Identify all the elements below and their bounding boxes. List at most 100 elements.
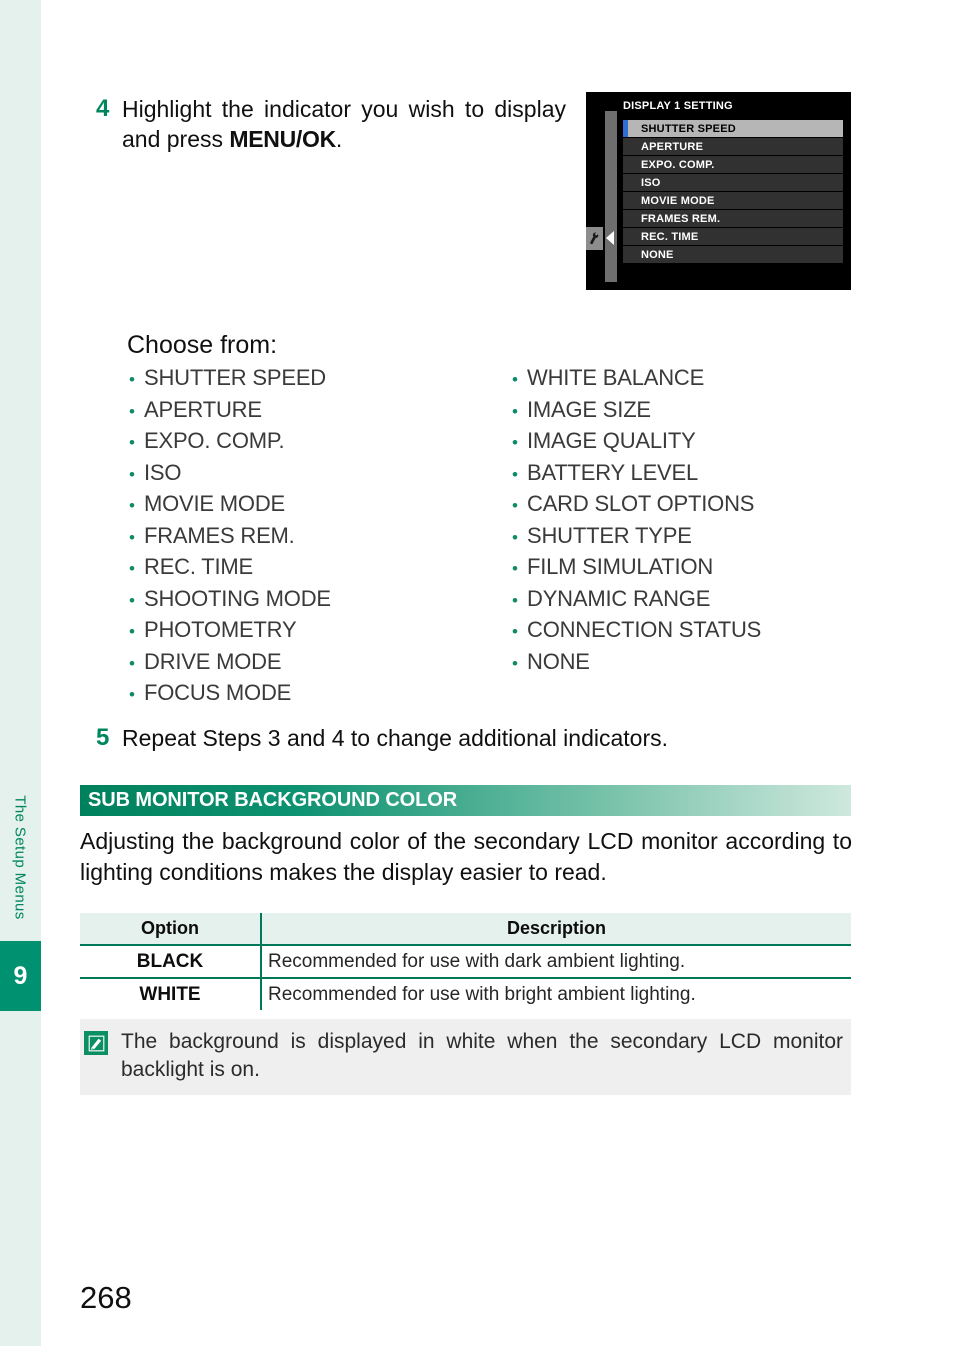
bullet-dot-icon: • <box>512 401 518 421</box>
wrench-icon <box>586 227 603 250</box>
table-cell-description: Recommended for use with dark ambient li… <box>260 945 851 979</box>
list-item: • APERTURE <box>129 397 489 429</box>
table-header-description: Description <box>260 913 851 946</box>
list-item-label: DRIVE MODE <box>144 648 282 674</box>
bullet-dot-icon: • <box>512 590 518 610</box>
list-item-label: CONNECTION STATUS <box>527 617 762 642</box>
page-number: 268 <box>80 1280 132 1315</box>
table-body: BLACK Recommended for use with dark ambie… <box>80 945 851 1010</box>
step-4-text-lead: Highlight the indicator you wish to disp… <box>122 96 566 153</box>
menu-ok-button-reference: MENU/OK <box>229 126 336 153</box>
bullet-dot-icon: • <box>512 622 518 641</box>
list-item-label: FOCUS MODE <box>144 680 292 705</box>
list-item: • ISO <box>129 460 489 492</box>
bullet-dot-icon: • <box>129 496 135 515</box>
table-head: Option Description <box>80 913 851 946</box>
list-item-label: FRAMES REM. <box>144 522 295 548</box>
table-cell-description: Recommended for use with bright ambient … <box>260 978 851 1010</box>
list-item: • CONNECTION STATUS <box>512 617 882 649</box>
menu-item[interactable]: MOVIE MODE <box>623 192 843 209</box>
menu-item[interactable]: EXPO. COMP. <box>623 156 843 173</box>
list-item-label: FILM SIMULATION <box>527 554 714 579</box>
list-item-label: IMAGE QUALITY <box>527 428 696 453</box>
bullet-dot-icon: • <box>129 653 135 673</box>
table-row: BLACK Recommended for use with dark ambie… <box>80 945 851 979</box>
bullet-dot-icon: • <box>129 559 135 578</box>
list-item-label: SHOOTING MODE <box>144 585 331 611</box>
bullet-dot-icon: • <box>512 527 518 547</box>
list-item-label: SHUTTER TYPE <box>527 522 692 548</box>
bullet-dot-icon: • <box>129 622 135 641</box>
list-item-label: MOVIE MODE <box>144 491 286 516</box>
bullet-dot-icon: • <box>512 464 518 484</box>
list-item: • CARD SLOT OPTIONS <box>512 491 882 523</box>
menu-item[interactable]: ISO <box>623 174 843 191</box>
list-item-label: PHOTOMETRY <box>144 617 297 642</box>
choose-from-heading: Choose from: <box>127 331 278 359</box>
section-header-title: SUB MONITOR BACKGROUND COLOR <box>88 789 458 811</box>
list-item: • FOCUS MODE <box>129 680 489 712</box>
list-item: • DYNAMIC RANGE <box>512 586 882 618</box>
list-item: • SHUTTER SPEED <box>129 365 489 397</box>
menu-item[interactable]: SHUTTER SPEED <box>623 120 843 137</box>
list-item-label: EXPO. COMP. <box>144 428 285 453</box>
step-5-number: 5 <box>96 724 110 751</box>
indicator-list-right-column: • WHITE BALANCE • IMAGE SIZE • IMAGE QUALITY •… <box>512 365 882 680</box>
left-triangle-icon[interactable] <box>606 231 614 245</box>
bullet-dot-icon: • <box>129 527 135 547</box>
list-item-label: CARD SLOT OPTIONS <box>527 491 755 516</box>
list-item: • SHUTTER TYPE <box>512 523 882 555</box>
list-item: • DRIVE MODE <box>129 649 489 681</box>
list-item: • SHOOTING MODE <box>129 586 489 618</box>
bullet-dot-icon: • <box>512 559 518 578</box>
list-item: • PHOTOMETRY <box>129 617 489 649</box>
step-4-number: 4 <box>96 95 110 122</box>
option-description-table: Option Description BLACK Recommended for … <box>80 913 851 1010</box>
chapter-side-strip <box>0 0 41 1346</box>
list-item: • BATTERY LEVEL <box>512 460 882 492</box>
list-item-label: WHITE BALANCE <box>527 365 705 390</box>
menu-item-label: MOVIE MODE <box>641 194 715 207</box>
list-item: • IMAGE QUALITY <box>512 428 882 460</box>
menu-item-label: NONE <box>641 248 674 261</box>
list-item: • IMAGE SIZE <box>512 397 882 429</box>
step-4-text: Highlight the indicator you wish to disp… <box>122 94 566 155</box>
table-cell-option: WHITE <box>139 983 201 1005</box>
menu-item[interactable]: FRAMES REM. <box>623 210 843 227</box>
menu-item-label: ISO <box>641 176 661 189</box>
camera-lcd-menu-screenshot: DISPLAY 1 SETTING SHUTTER SPEED APERTURE E… <box>586 92 851 290</box>
section-intro-paragraph: Adjusting the background color of the se… <box>80 828 852 885</box>
menu-item-label: APERTURE <box>641 140 704 153</box>
menu-item-label: REC. TIME <box>641 230 699 243</box>
list-item-label: APERTURE <box>144 396 262 422</box>
bullet-dot-icon: • <box>129 433 135 452</box>
menu-scrollbar[interactable] <box>605 111 617 282</box>
list-item-label: DYNAMIC RANGE <box>527 585 711 611</box>
step-4-text-tail: . <box>335 126 343 153</box>
list-item-label: NONE <box>527 648 590 674</box>
bullet-dot-icon: • <box>129 685 135 704</box>
list-item-label: IMAGE SIZE <box>527 396 651 422</box>
menu-item[interactable]: APERTURE <box>623 138 843 155</box>
note-text: The background is displayed in white whe… <box>121 1030 843 1082</box>
table-header-row: Option Description <box>80 913 851 946</box>
list-item-label: REC. TIME <box>144 554 254 579</box>
menu-item[interactable]: REC. TIME <box>623 228 843 245</box>
list-item: • REC. TIME <box>129 554 489 586</box>
list-item: • NONE <box>512 649 882 681</box>
list-item: • WHITE BALANCE <box>512 365 882 397</box>
bullet-dot-icon: • <box>512 433 518 452</box>
bullet-dot-icon: • <box>129 370 135 389</box>
bullet-dot-icon: • <box>512 496 518 515</box>
list-item: • MOVIE MODE <box>129 491 489 523</box>
table-row: WHITE Recommended for use with bright amb… <box>80 978 851 1010</box>
menu-item-label: SHUTTER SPEED <box>641 122 736 135</box>
note-callout: The background is displayed in white whe… <box>80 1019 851 1095</box>
section-header-bar: SUB MONITOR BACKGROUND COLOR <box>80 785 851 816</box>
bullet-dot-icon: • <box>512 653 518 673</box>
bullet-dot-icon: • <box>129 401 135 421</box>
table-cell-option: BLACK <box>80 945 261 979</box>
menu-title: DISPLAY 1 SETTING <box>623 100 733 112</box>
list-item: • FILM SIMULATION <box>512 554 882 586</box>
menu-item[interactable]: NONE <box>623 246 843 263</box>
